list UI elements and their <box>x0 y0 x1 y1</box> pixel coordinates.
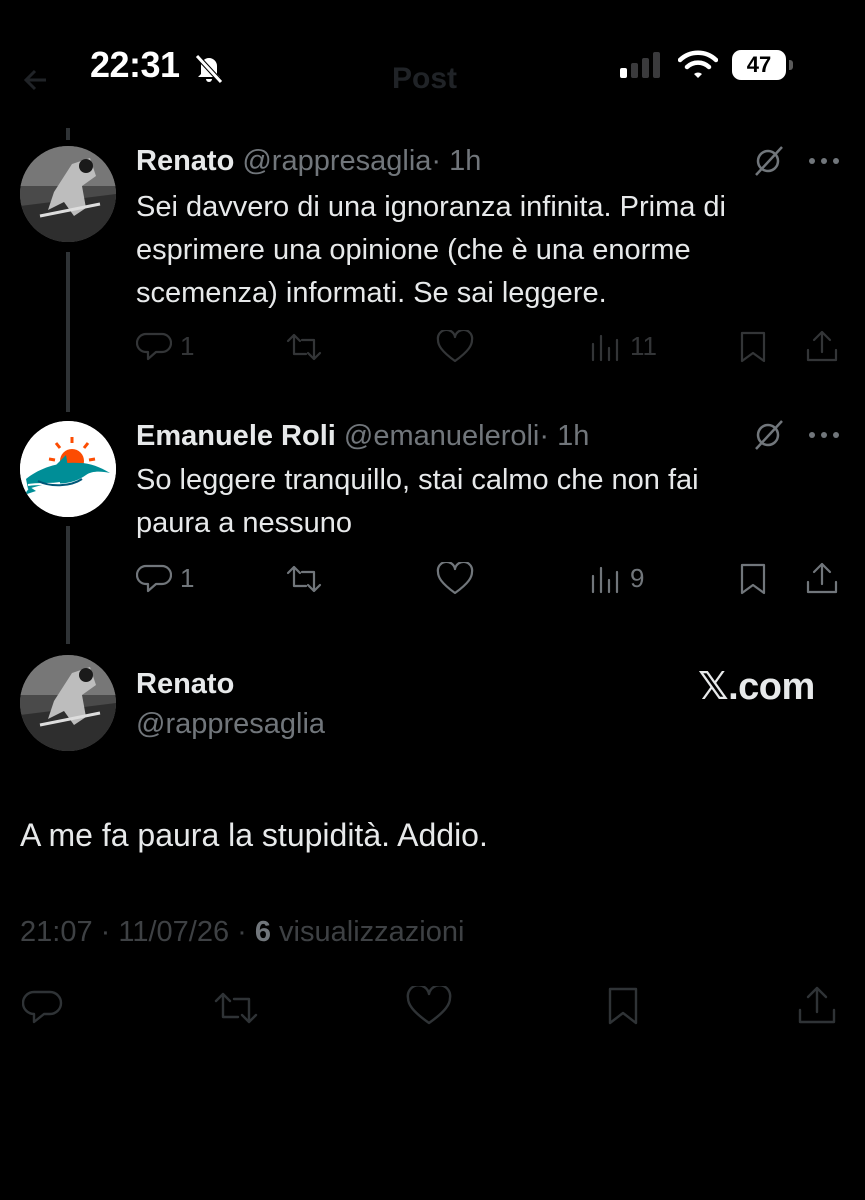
main-author-handle[interactable]: @rappresaglia <box>136 708 325 741</box>
main-retweet-button[interactable] <box>212 990 260 1031</box>
signal-icon <box>620 52 660 78</box>
bell-slash-icon <box>195 54 223 84</box>
author-handle[interactable]: @emanueleroli <box>344 420 539 452</box>
like-icon <box>436 562 474 595</box>
views-icon <box>591 566 619 594</box>
tweet-text: Sei davvero di una ignoranza infinita. P… <box>136 186 726 315</box>
view-count: 11 <box>630 330 657 361</box>
tweet-time: · 1h <box>431 145 482 177</box>
battery-icon: 47 <box>732 50 786 80</box>
share-button[interactable] <box>804 560 840 596</box>
reply-count: 1 <box>180 330 195 361</box>
reply-button[interactable]: 1 <box>136 562 194 594</box>
main-post-meta: 21:07 · 11/07/26 · 6 visualizzazioni <box>20 916 464 949</box>
bookmark-icon <box>740 563 766 595</box>
retweet-icon <box>286 565 322 593</box>
tweet-header: Renato @rappresaglia· 1h <box>136 144 481 178</box>
main-author-name[interactable]: Renato <box>136 668 234 701</box>
tweet-line: paura a nessuno <box>136 507 353 539</box>
battery-level: 47 <box>746 52 772 77</box>
reply-button[interactable]: 1 <box>136 330 194 362</box>
share-button[interactable] <box>804 328 840 364</box>
tweet-text: So leggere tranquillo, stai calmo che no… <box>136 459 699 545</box>
main-post-timestamp: 21:07 · 11/07/26 · <box>20 916 255 948</box>
author-name[interactable]: Renato <box>136 145 234 177</box>
like-icon <box>406 984 452 1025</box>
thread-line <box>66 128 70 140</box>
reply-count: 1 <box>180 562 195 593</box>
grok-icon[interactable] <box>752 418 786 452</box>
main-share-button[interactable] <box>796 984 838 1031</box>
tweet-time: · 1h <box>539 420 590 452</box>
bookmark-button[interactable] <box>737 562 769 596</box>
views-icon <box>591 334 619 362</box>
avatar-renato[interactable] <box>20 655 116 751</box>
tweet-line: esprimere una opinione (che è una enorme <box>136 234 691 266</box>
battery-tip <box>789 60 793 70</box>
grok-icon[interactable] <box>752 144 786 178</box>
retweet-icon <box>286 333 322 361</box>
x-watermark: 𝕏.com <box>698 666 815 708</box>
header-title-ghost: Post <box>392 62 458 95</box>
main-post-text: A me fa paura la stupidità. Addio. <box>20 817 488 853</box>
more-icon[interactable] <box>809 432 839 438</box>
author-handle[interactable]: @rappresaglia <box>242 145 431 177</box>
tweet-line: scemenza) informati. Se sai leggere. <box>136 277 607 309</box>
bookmark-icon <box>608 987 638 1025</box>
bookmark-icon <box>740 331 766 363</box>
like-button[interactable] <box>436 562 474 596</box>
more-icon[interactable] <box>809 158 839 164</box>
main-reply-button[interactable] <box>21 988 64 1031</box>
main-like-button[interactable] <box>406 984 452 1031</box>
thread-line <box>66 252 70 412</box>
share-icon <box>806 330 838 362</box>
avatar-renato[interactable] <box>20 146 116 242</box>
tweet-line: Sei davvero di una ignoranza infinita. P… <box>136 191 726 223</box>
like-icon <box>436 330 474 363</box>
retweet-button[interactable] <box>284 564 324 594</box>
avatar-emanuele[interactable] <box>20 421 116 517</box>
reply-icon <box>136 564 172 593</box>
views-button[interactable]: 11 <box>590 330 657 362</box>
back-arrow-icon[interactable] <box>22 66 50 94</box>
reply-icon <box>136 332 172 361</box>
reply-icon <box>21 990 63 1024</box>
author-name[interactable]: Emanuele Roli <box>136 420 336 452</box>
main-post-views-count: 6 <box>254 916 271 948</box>
view-count: 9 <box>630 562 645 593</box>
main-post-views-label: visualizzazioni <box>271 916 465 948</box>
main-bookmark-button[interactable] <box>604 986 642 1031</box>
views-button[interactable]: 9 <box>590 562 644 594</box>
like-button[interactable] <box>436 330 474 364</box>
tweet-line: So leggere tranquillo, stai calmo che no… <box>136 464 699 496</box>
thread-line <box>66 526 70 644</box>
tweet-header: Emanuele Roli @emanueleroli· 1h <box>136 419 589 453</box>
retweet-icon <box>214 992 258 1024</box>
wifi-icon <box>678 50 718 78</box>
status-time: 22:31 <box>90 44 180 85</box>
bookmark-button[interactable] <box>737 330 769 364</box>
retweet-button[interactable] <box>284 332 324 362</box>
share-icon <box>806 562 838 594</box>
share-icon <box>798 986 836 1024</box>
